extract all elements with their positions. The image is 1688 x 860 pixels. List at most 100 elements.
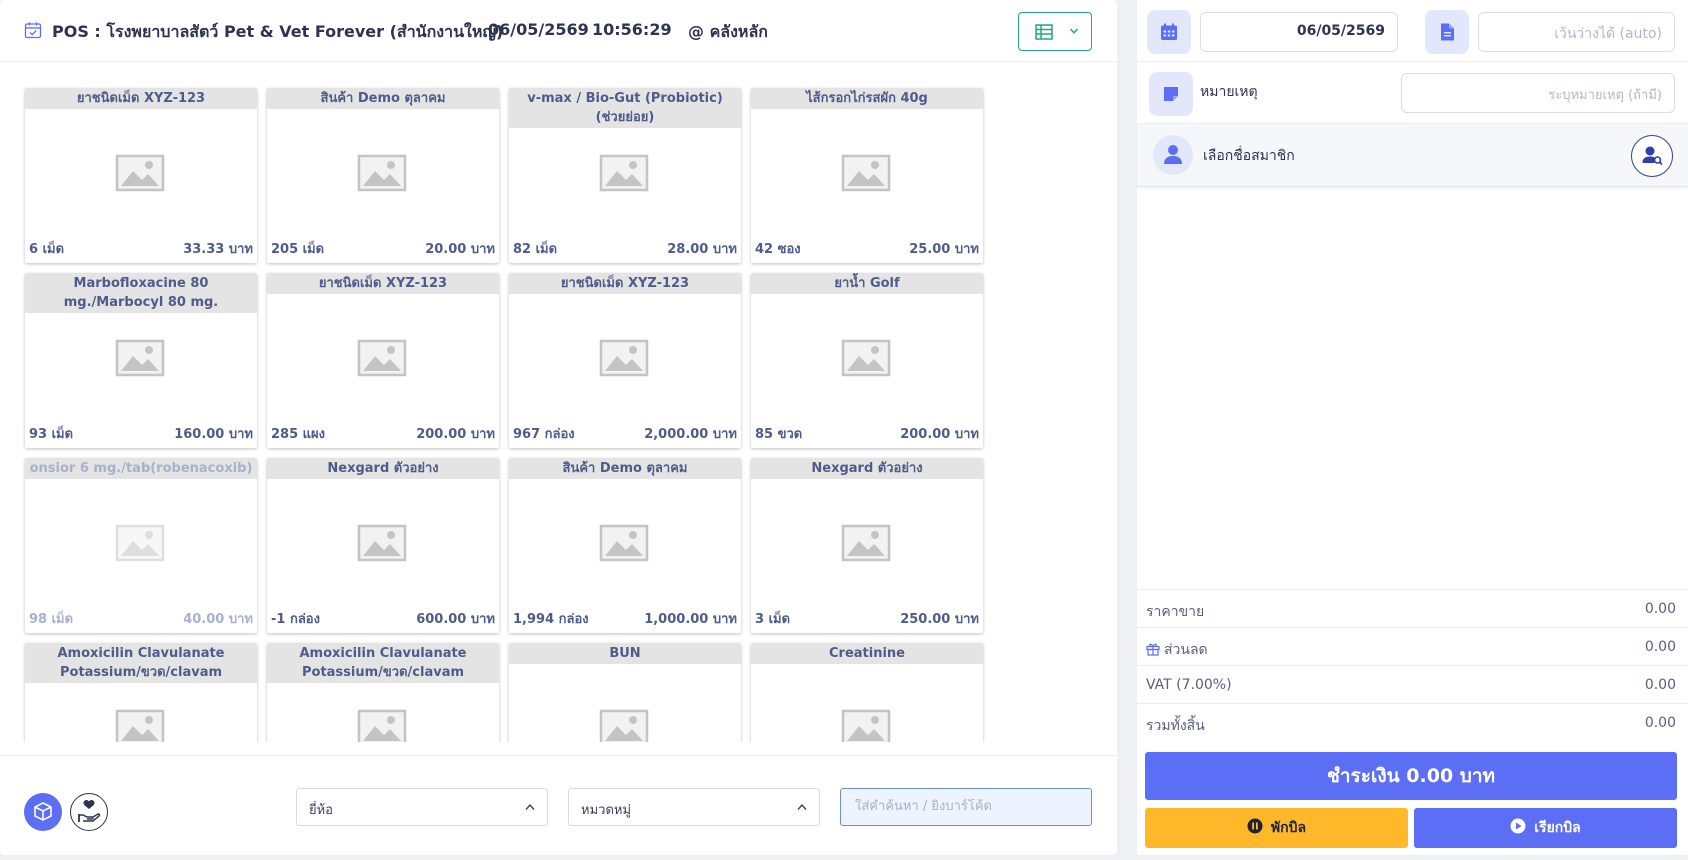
product-name: สินค้า Demo ตุลาคม (509, 458, 741, 479)
product-card[interactable]: สินค้า Demo ตุลาคม 1,994 กล่อง 1,000.00 บา… (509, 458, 741, 633)
image-placeholder-icon (115, 339, 165, 377)
product-stock: 42 ซอง (755, 242, 801, 257)
member-row[interactable]: เลือกชื่อสมาชิก (1137, 124, 1688, 187)
price-value: 0.00 (1644, 601, 1676, 617)
doc-date-field[interactable]: 06/05/2569 (1200, 12, 1398, 52)
image-placeholder-icon (841, 339, 891, 377)
service-mode-button[interactable] (70, 793, 108, 831)
product-card[interactable]: ไส้กรอกไก่รสผัก 40g 42 ซอง 25.00 บาท (751, 88, 983, 263)
product-price: 600.00 บาท (416, 612, 495, 627)
header-time: 10:56:29 (592, 20, 672, 39)
product-price: 200.00 บาท (900, 427, 979, 442)
product-card[interactable]: Nexgard ตัวอย่าง -1 กล่อง 600.00 บาท (267, 458, 499, 633)
image-placeholder-icon (599, 339, 649, 377)
product-price: 250.00 บาท (900, 612, 979, 627)
doc-number-field[interactable]: เว้นว่างได้ (auto) (1478, 12, 1675, 52)
hold-bill-label: พักบิล (1270, 820, 1307, 836)
product-price: 40.00 บาท (183, 612, 253, 627)
pay-button[interactable]: ชำระเงิน 0.00 บาท (1145, 752, 1677, 800)
summary-total-row: รวมทั้งสิ้น 0.00 (1137, 703, 1688, 741)
date-picker-button[interactable] (1147, 10, 1191, 54)
chevron-up-icon (525, 803, 535, 810)
product-price: 1,000.00 บาท (644, 612, 737, 627)
product-stock: 6 เม็ด (29, 242, 65, 257)
product-stock: 3 เม็ด (755, 612, 791, 627)
summary-price-row: ราคาขาย 0.00 (1137, 589, 1688, 627)
hand-heart-icon (78, 800, 101, 822)
image-placeholder-icon (599, 709, 649, 742)
product-panel: POS : โรงพยาบาลสัตว์ Pet & Vet Forever (… (0, 0, 1117, 855)
total-label: รวมทั้งสิ้น (1146, 718, 1205, 734)
product-grid: ยาชนิดเม็ด XYZ-123 6 เม็ด 33.33 บาท สินค้า … (0, 62, 1117, 742)
product-card[interactable]: Amoxicilin Clavulanate Potassium/ขวด/cla… (25, 643, 257, 742)
search-input[interactable] (855, 799, 1077, 814)
category-select[interactable]: หมวดหมู่ (568, 788, 820, 826)
recall-bill-button[interactable]: เรียกบิล (1414, 808, 1677, 848)
doc-number-button[interactable] (1425, 10, 1469, 54)
product-card[interactable]: ยาน้ำ Golf 85 ขวด 200.00 บาท (751, 273, 983, 448)
avatar (1153, 135, 1193, 175)
product-card[interactable]: onsior 6 mg./tab(robenacoxib) 98 เม็ด 40.0… (25, 458, 257, 633)
product-card[interactable]: BUN (509, 643, 741, 742)
product-name: Marbofloxacine 80 mg./Marbocyl 80 mg. (25, 273, 257, 313)
filter-bar: ยี่ห้อ หมวดหมู่ (0, 755, 1117, 855)
category-select-value: หมวดหมู่ (581, 803, 632, 818)
discount-label: ส่วนลด (1164, 642, 1208, 658)
product-price: 160.00 บาท (174, 427, 253, 442)
product-stock: 967 กล่อง (513, 427, 575, 442)
image-placeholder-icon (357, 339, 407, 377)
product-mode-button[interactable] (24, 793, 62, 831)
note-row: หมายเหตุ ระบุหมายเหตุ (ถ้ามี) (1137, 62, 1688, 124)
recall-bill-label: เรียกบิล (1534, 820, 1581, 836)
product-card[interactable]: Creatinine (751, 643, 983, 742)
product-price: 33.33 บาท (183, 242, 253, 257)
product-card[interactable]: ยาชนิดเม็ด XYZ-123 967 กล่อง 2,000.00 บาท (509, 273, 741, 448)
product-price: 2,000.00 บาท (644, 427, 737, 442)
product-stock: 93 เม็ด (29, 427, 74, 442)
product-card[interactable]: Nexgard ตัวอย่าง 3 เม็ด 250.00 บาท (751, 458, 983, 633)
product-card[interactable]: v-max / Bio-Gut (Probiotic) (ช่วยย่อย) 82… (509, 88, 741, 263)
product-card[interactable]: Amoxicilin Clavulanate Potassium/ขวด/cla… (267, 643, 499, 742)
chevron-down-icon (1069, 28, 1079, 34)
image-placeholder-icon (357, 709, 407, 742)
product-stock: 98 เม็ด (29, 612, 74, 627)
product-name: ยาชนิดเม็ด XYZ-123 (267, 273, 499, 294)
bill-panel: 06/05/2569 เว้นว่างได้ (auto) หมายเหตุ ร… (1137, 0, 1688, 855)
view-toggle-button[interactable] (1018, 12, 1092, 51)
summary-discount-row[interactable]: ส่วนลด 0.00 (1137, 627, 1688, 665)
pos-header: POS : โรงพยาบาลสัตว์ Pet & Vet Forever (… (0, 0, 1117, 62)
product-name: ไส้กรอกไก่รสผัก 40g (751, 88, 983, 109)
vat-value: 0.00 (1644, 677, 1676, 693)
note-icon (1164, 87, 1178, 101)
header-branch: @ คลังหลัก (688, 22, 768, 41)
product-stock: 82 เม็ด (513, 242, 558, 257)
product-name: Nexgard ตัวอย่าง (267, 458, 499, 479)
product-price: 25.00 บาท (909, 242, 979, 257)
calendar-check-icon (24, 22, 42, 39)
brand-select[interactable]: ยี่ห้อ (296, 788, 548, 826)
search-box (840, 788, 1092, 826)
discount-value: 0.00 (1644, 639, 1676, 655)
product-card[interactable]: ยาชนิดเม็ด XYZ-123 285 แผง 200.00 บาท (267, 273, 499, 448)
product-card[interactable]: สินค้า Demo ตุลาคม 205 เม็ด 20.00 บาท (267, 88, 499, 263)
product-card[interactable]: Marbofloxacine 80 mg./Marbocyl 80 mg. 93 … (25, 273, 257, 448)
member-search-button[interactable] (1631, 135, 1673, 177)
product-stock: -1 กล่อง (271, 612, 320, 627)
chevron-up-icon (797, 803, 807, 810)
product-name: ยาน้ำ Golf (751, 273, 983, 294)
summary-vat-row: VAT (7.00%) 0.00 (1137, 665, 1688, 703)
play-icon (1510, 818, 1526, 834)
note-field[interactable]: ระบุหมายเหตุ (ถ้ามี) (1401, 73, 1675, 113)
product-name: Creatinine (751, 643, 983, 664)
product-card[interactable]: ยาชนิดเม็ด XYZ-123 6 เม็ด 33.33 บาท (25, 88, 257, 263)
calendar-icon (1161, 23, 1177, 40)
image-placeholder-icon (841, 524, 891, 562)
hold-bill-button[interactable]: พักบิล (1145, 808, 1408, 848)
product-stock: 85 ขวด (755, 427, 803, 442)
image-placeholder-icon (841, 154, 891, 192)
note-button[interactable] (1149, 72, 1193, 116)
document-icon (1441, 23, 1454, 41)
vat-label: VAT (7.00%) (1146, 677, 1232, 693)
page-title: POS : โรงพยาบาลสัตว์ Pet & Vet Forever (… (52, 22, 504, 41)
box-icon (34, 802, 52, 821)
